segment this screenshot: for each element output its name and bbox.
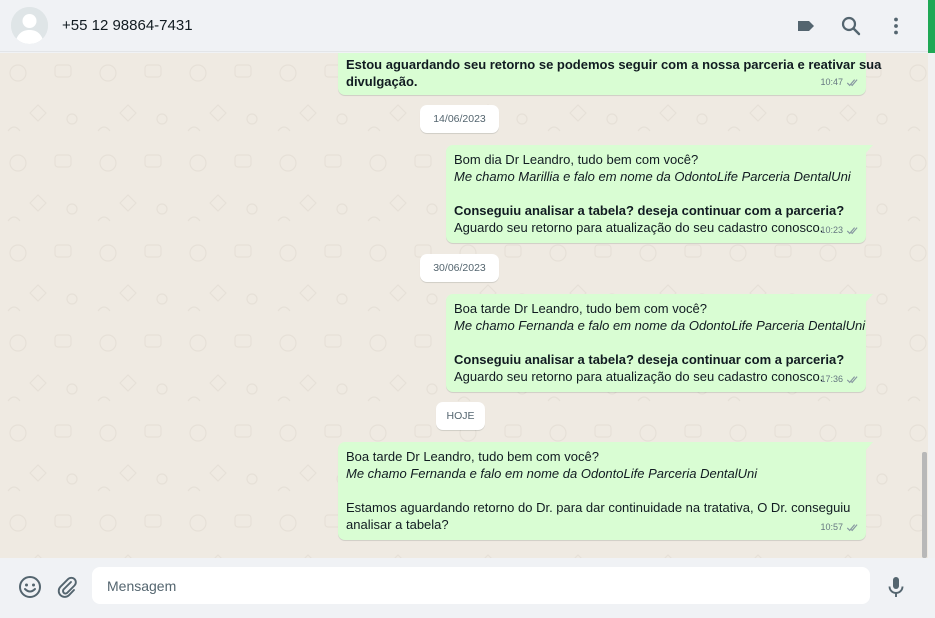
- message-text: Me chamo Fernanda e falo em nome da Odon…: [454, 318, 866, 333]
- read-receipt-icon: [846, 376, 858, 384]
- read-receipt-icon: [846, 227, 858, 235]
- message-text: Me chamo Marillia e falo em nome da Odon…: [454, 169, 851, 184]
- date-separator: HOJE: [436, 402, 485, 430]
- contact-avatar[interactable]: [11, 7, 48, 44]
- message-text: analisar a tabela?: [346, 517, 449, 532]
- message-meta: 10:57: [820, 519, 860, 536]
- bubble-tail: [865, 145, 873, 155]
- message-text: divulgação.: [346, 74, 418, 89]
- bubble-tail: [865, 294, 873, 304]
- date-separator: 30/06/2023: [420, 254, 499, 282]
- message-time: 10:23: [820, 225, 843, 235]
- message-text: Aguardo seu retorno para atualização do …: [454, 369, 824, 384]
- emoji-icon[interactable]: [17, 574, 43, 600]
- menu-icon[interactable]: [884, 14, 908, 38]
- message-text: Estamos aguardando retorno do Dr. para d…: [346, 500, 851, 515]
- message-text: Bom dia Dr Leandro, tudo bem com você?: [454, 152, 699, 167]
- microphone-icon[interactable]: [883, 574, 909, 600]
- default-avatar-icon: [11, 7, 48, 44]
- chat-scrollbar-thumb[interactable]: [922, 452, 927, 558]
- label-icon[interactable]: [794, 14, 818, 38]
- message-meta: 10:47: [820, 74, 860, 91]
- message-text: Boa tarde Dr Leandro, tudo bem com você?: [454, 301, 707, 316]
- message-text: Conseguiu analisar a tabela? deseja cont…: [454, 203, 845, 218]
- read-receipt-icon: [846, 79, 858, 87]
- message-bubble-outgoing[interactable]: Estou aguardando seu retorno se podemos …: [338, 53, 882, 95]
- message-text: Aguardo seu retorno para atualização do …: [454, 220, 824, 235]
- read-receipt-icon: [846, 524, 858, 532]
- message-bubble-outgoing[interactable]: Boa tarde Dr Leandro, tudo bem com você?…: [338, 442, 873, 540]
- message-bubble-outgoing[interactable]: Bom dia Dr Leandro, tudo bem com você? M…: [446, 145, 873, 243]
- chat-scrollbar-track[interactable]: [928, 53, 935, 558]
- contact-name[interactable]: +55 12 98864-7431: [62, 17, 193, 34]
- chat-header: +55 12 98864-7431: [0, 0, 935, 52]
- message-time: 10:47: [820, 77, 843, 87]
- chat-panel[interactable]: Estou aguardando seu retorno se podemos …: [0, 53, 928, 558]
- message-input[interactable]: [92, 567, 870, 604]
- date-separator: 14/06/2023: [420, 105, 499, 133]
- message-bubble-outgoing[interactable]: Boa tarde Dr Leandro, tudo bem com você?…: [446, 294, 873, 392]
- message-text: Conseguiu analisar a tabela? deseja cont…: [454, 352, 845, 367]
- message-text: Me chamo Fernanda e falo em nome da Odon…: [346, 466, 758, 481]
- message-time: 17:36: [820, 374, 843, 384]
- message-text: Estou aguardando seu retorno se podemos …: [346, 57, 882, 72]
- bubble-tail: [865, 442, 873, 452]
- message-meta: 17:36: [820, 371, 860, 388]
- search-icon[interactable]: [839, 14, 863, 38]
- message-text: Boa tarde Dr Leandro, tudo bem com você?: [346, 449, 599, 464]
- message-meta: 10:23: [820, 222, 860, 239]
- attach-icon[interactable]: [54, 574, 80, 600]
- message-time: 10:57: [820, 522, 843, 532]
